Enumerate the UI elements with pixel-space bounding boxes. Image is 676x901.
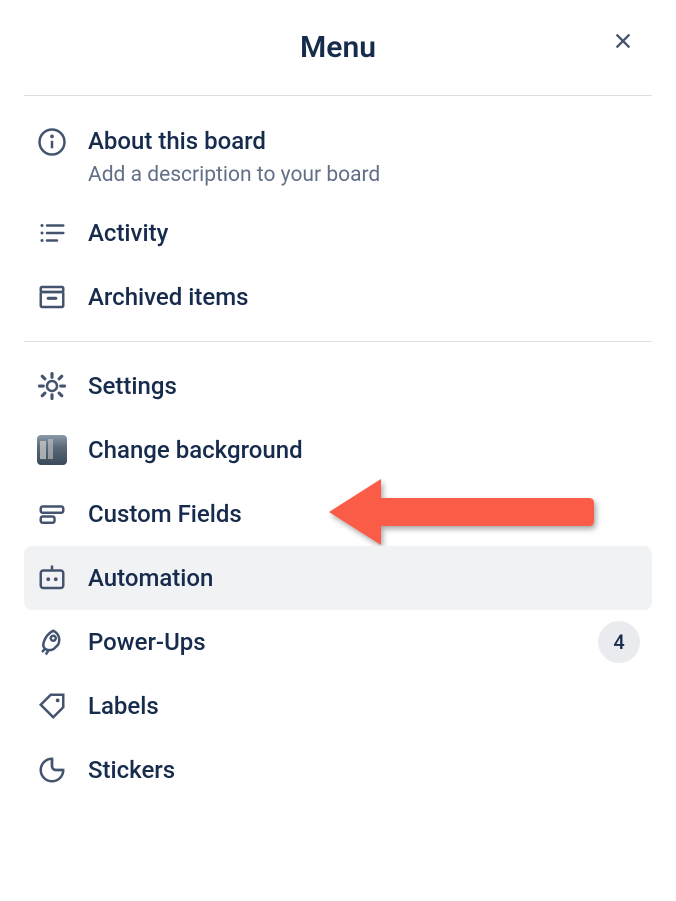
archive-icon xyxy=(36,281,68,313)
menu-item-text: Archived items xyxy=(88,282,640,313)
menu-item-labels[interactable]: Labels xyxy=(24,674,652,738)
background-thumbnail-icon xyxy=(36,434,68,466)
menu-section-settings: Settings Change background Custom Fields xyxy=(0,342,676,814)
menu-item-sublabel: Add a description to your board xyxy=(88,163,640,187)
menu-item-text: Automation xyxy=(88,563,640,594)
custom-fields-icon xyxy=(36,498,68,530)
menu-item-text: Power-Ups xyxy=(88,627,640,658)
menu-item-activity[interactable]: Activity xyxy=(24,201,652,265)
menu-item-archived[interactable]: Archived items xyxy=(24,265,652,329)
menu-item-text: Labels xyxy=(88,691,640,722)
menu-title: Menu xyxy=(300,30,376,65)
menu-item-label: Archived items xyxy=(88,282,640,313)
sticker-icon xyxy=(36,754,68,786)
close-button[interactable] xyxy=(612,30,640,58)
menu-item-label: Power-Ups xyxy=(88,627,640,658)
menu-item-text: Activity xyxy=(88,218,640,249)
count-badge: 4 xyxy=(598,621,640,663)
close-icon xyxy=(612,30,634,52)
menu-item-about[interactable]: About this board Add a description to yo… xyxy=(24,108,652,201)
menu-item-label: Automation xyxy=(88,563,640,594)
menu-item-label: Activity xyxy=(88,218,640,249)
menu-item-text: Custom Fields xyxy=(88,499,640,530)
tag-icon xyxy=(36,690,68,722)
menu-item-label: Labels xyxy=(88,691,640,722)
menu-item-text: Stickers xyxy=(88,755,640,786)
menu-item-label: Stickers xyxy=(88,755,640,786)
automation-icon xyxy=(36,562,68,594)
menu-item-custom-fields[interactable]: Custom Fields xyxy=(24,482,652,546)
menu-section-info: About this board Add a description to yo… xyxy=(0,96,676,341)
menu-item-label: Custom Fields xyxy=(88,499,640,530)
rocket-icon xyxy=(36,626,68,658)
menu-item-automation[interactable]: Automation xyxy=(24,546,652,610)
activity-icon xyxy=(36,217,68,249)
menu-item-power-ups[interactable]: Power-Ups 4 xyxy=(24,610,652,674)
menu-item-label: Change background xyxy=(88,435,640,466)
gear-icon xyxy=(36,370,68,402)
menu-item-stickers[interactable]: Stickers xyxy=(24,738,652,802)
menu-item-change-background[interactable]: Change background xyxy=(24,418,652,482)
board-menu-panel: Menu About this board Add a description … xyxy=(0,0,676,901)
menu-item-text: Change background xyxy=(88,435,640,466)
menu-item-label: Settings xyxy=(88,371,640,402)
menu-item-text: About this board Add a description to yo… xyxy=(88,126,640,187)
menu-header: Menu xyxy=(0,0,676,95)
menu-item-text: Settings xyxy=(88,371,640,402)
info-icon xyxy=(36,126,68,158)
menu-item-label: About this board xyxy=(88,126,640,157)
menu-item-settings[interactable]: Settings xyxy=(24,354,652,418)
